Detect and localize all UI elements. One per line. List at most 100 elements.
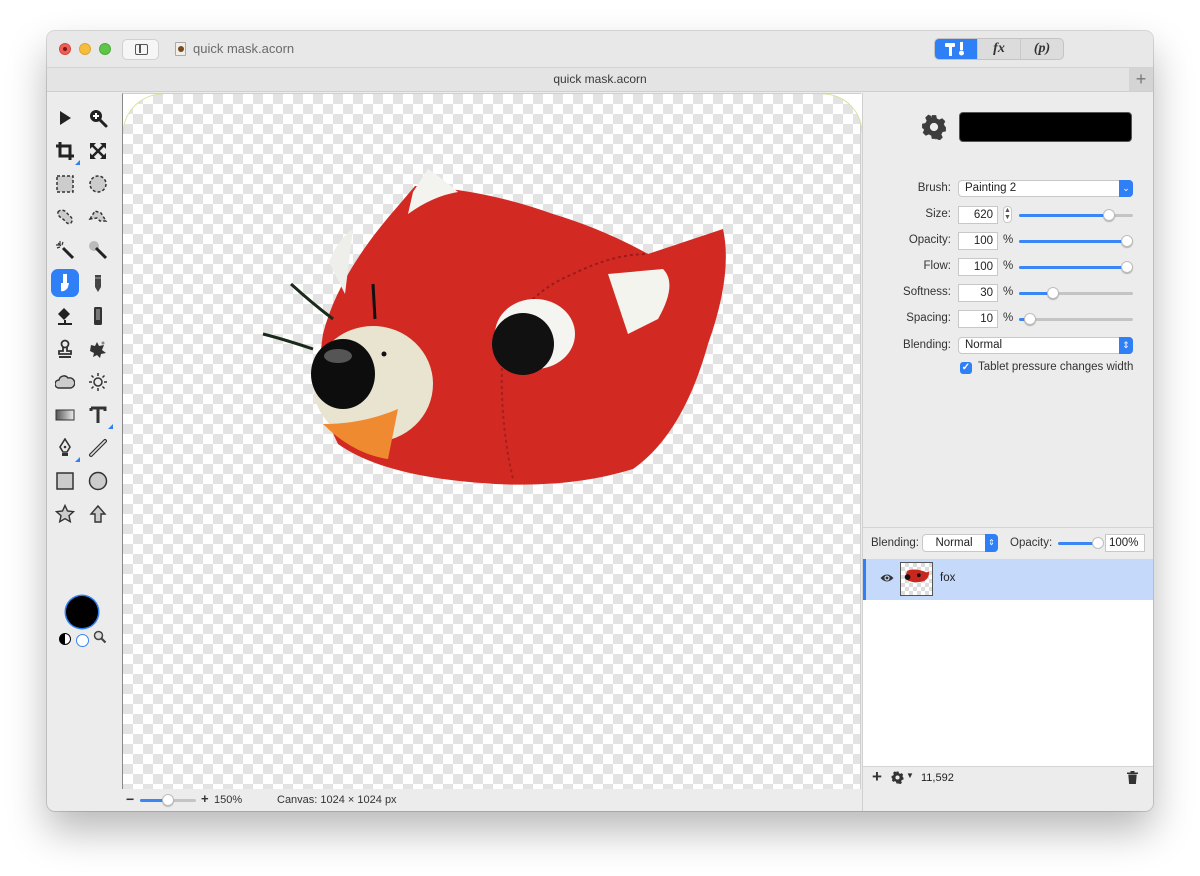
clone-tool[interactable]: [51, 335, 79, 363]
inspector-bottom-strip: [862, 789, 1153, 811]
rectangle-tool[interactable]: [51, 467, 79, 495]
sun-icon: [89, 373, 107, 391]
pen-tool[interactable]: [51, 434, 80, 462]
zoom-slider-knob[interactable]: [162, 794, 174, 806]
layer-options-gear-icon[interactable]: [891, 771, 904, 784]
chevron-down-icon: ⌄: [1119, 180, 1133, 197]
pencil-icon: [95, 275, 101, 292]
zoom-tool[interactable]: [84, 104, 112, 132]
polygon-lasso-tool[interactable]: [84, 203, 112, 231]
magic-wand-tool[interactable]: [51, 236, 79, 264]
transform-tool[interactable]: [84, 137, 112, 165]
softness-slider-knob[interactable]: [1047, 287, 1060, 299]
paint-bucket-icon: [58, 308, 72, 325]
image-canvas[interactable]: [122, 93, 862, 789]
crop-tool[interactable]: [51, 137, 80, 165]
spacing-label: Spacing:: [906, 312, 951, 324]
layer-opacity-field[interactable]: 100%: [1105, 534, 1145, 552]
eye-icon[interactable]: [880, 573, 894, 583]
gradient-tool[interactable]: [51, 401, 79, 429]
size-slider-knob[interactable]: [1103, 209, 1116, 221]
pencil-tool[interactable]: [84, 269, 112, 297]
brush-blending-select[interactable]: Normal ⇕: [958, 337, 1133, 354]
layer-opacity-label: Opacity:: [1010, 537, 1053, 549]
layer-opacity-slider[interactable]: [1058, 537, 1104, 549]
opacity-label: Opacity:: [908, 234, 951, 246]
brush-blending-value: Normal: [965, 339, 1003, 351]
line-icon: [89, 439, 107, 457]
lasso-tool[interactable]: [51, 203, 79, 231]
softness-field[interactable]: 30: [958, 284, 998, 302]
minimize-button[interactable]: [79, 43, 91, 55]
zoom-out-button[interactable]: −: [126, 791, 134, 807]
move-tool[interactable]: [51, 104, 79, 132]
line-tool[interactable]: [84, 434, 112, 462]
arrow-shape-tool[interactable]: [84, 500, 112, 528]
opacity-slider-knob[interactable]: [1121, 235, 1133, 247]
foreground-color-swatch[interactable]: [66, 596, 98, 628]
eraser-icon: [94, 307, 102, 325]
zoom-level: 150%: [214, 794, 243, 806]
gear-icon[interactable]: [921, 114, 947, 140]
gradient-icon: [55, 409, 75, 421]
background-color-swatch[interactable]: [76, 634, 89, 647]
burn-tool[interactable]: [51, 368, 79, 396]
brush-preset-select[interactable]: Painting 2 ⌄: [958, 180, 1133, 197]
dodge-tool[interactable]: [84, 368, 112, 396]
document-tab[interactable]: quick mask.acorn: [553, 72, 646, 86]
zoom-window-button[interactable]: [99, 43, 111, 55]
tools-segment[interactable]: [935, 39, 977, 59]
opacity-slider[interactable]: [1019, 235, 1133, 247]
ellipse-marquee-icon: [89, 175, 107, 193]
new-tab-button[interactable]: +: [1129, 68, 1153, 91]
instant-alpha-tool[interactable]: [84, 236, 112, 264]
opacity-field[interactable]: 100: [958, 232, 998, 250]
layers-list: fox: [862, 559, 1153, 789]
layer-blending-select[interactable]: Normal ⇕: [922, 534, 998, 552]
size-slider-fill: [1019, 214, 1110, 217]
color-picker-zoom-icon[interactable]: [93, 630, 107, 644]
brush-preset-value: Painting 2: [965, 182, 1017, 194]
spacing-field[interactable]: 10: [958, 310, 998, 328]
tool-palette: [47, 93, 122, 789]
rect-select-tool[interactable]: [51, 170, 79, 198]
oval-tool[interactable]: [84, 467, 112, 495]
size-stepper[interactable]: ▲ ▼: [1003, 206, 1012, 223]
zoom-in-button[interactable]: +: [201, 791, 209, 806]
eraser-tool[interactable]: [84, 302, 112, 330]
spacing-slider-knob[interactable]: [1024, 313, 1037, 325]
brush-inspector: Brush: Painting 2 ⌄ Size: 620 ▲ ▼ Opacity…: [862, 93, 1153, 527]
swap-colors-icon[interactable]: [59, 633, 71, 645]
zoom-slider[interactable]: [140, 794, 196, 806]
ellipse-select-tool[interactable]: [84, 170, 112, 198]
layer-opacity-knob[interactable]: [1092, 537, 1104, 549]
sidebar-toggle-button[interactable]: [122, 39, 159, 60]
paint-bucket-tool[interactable]: [51, 302, 79, 330]
submenu-indicator-icon: [108, 424, 113, 429]
brush-tool[interactable]: [51, 269, 79, 297]
tablet-pressure-label: Tablet pressure changes width: [978, 361, 1134, 373]
trash-icon[interactable]: [1127, 771, 1138, 784]
filters-segment[interactable]: fx: [977, 39, 1020, 59]
fox-thumbnail-icon: [904, 569, 930, 583]
brush-color-well[interactable]: [959, 112, 1132, 142]
text-tool[interactable]: [84, 401, 113, 429]
size-field[interactable]: 620: [958, 206, 998, 224]
smudge-tool[interactable]: [84, 335, 112, 363]
spacing-slider[interactable]: [1019, 313, 1133, 325]
opacity-slider-fill: [1019, 240, 1127, 243]
properties-segment[interactable]: (p): [1020, 39, 1063, 59]
flow-slider-knob[interactable]: [1121, 261, 1133, 273]
brush-icon: [61, 274, 69, 292]
close-button[interactable]: [59, 43, 71, 55]
brush-row: Brush: Painting 2 ⌄: [863, 179, 1153, 199]
tablet-pressure-checkbox[interactable]: ✓: [960, 362, 972, 374]
lasso-icon: [57, 209, 73, 225]
flow-slider[interactable]: [1019, 261, 1133, 273]
flow-field[interactable]: 100: [958, 258, 998, 276]
add-layer-button[interactable]: +: [872, 767, 882, 787]
star-tool[interactable]: [51, 500, 79, 528]
size-slider[interactable]: [1019, 209, 1133, 221]
softness-slider[interactable]: [1019, 287, 1133, 299]
layer-row[interactable]: fox: [863, 559, 1153, 600]
